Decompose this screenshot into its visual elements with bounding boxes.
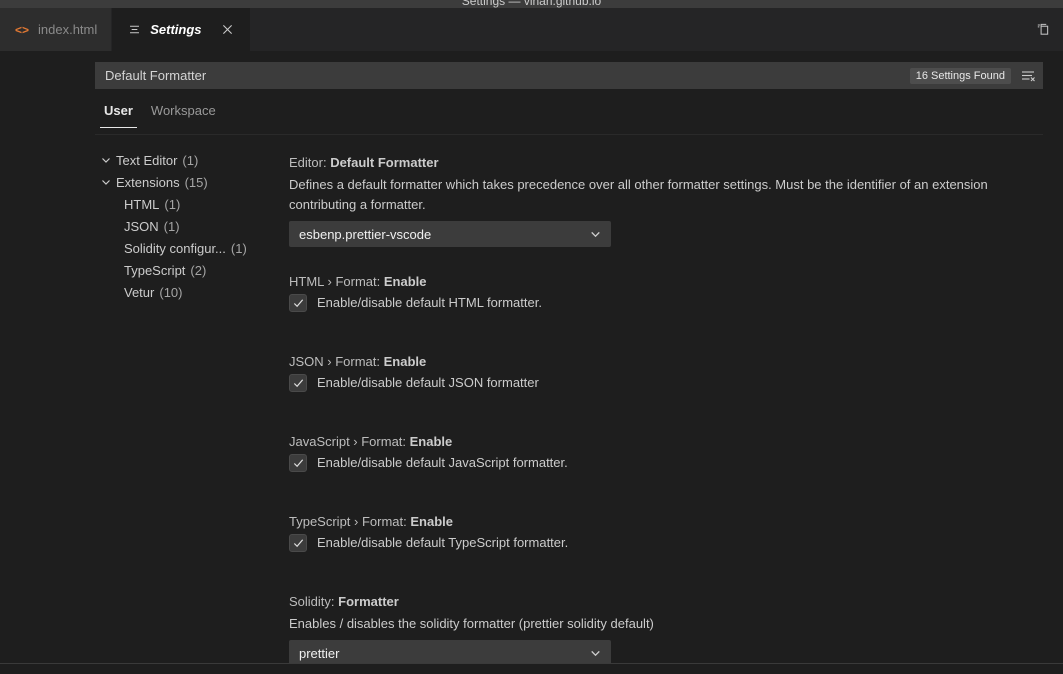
setting-name: Formatter bbox=[338, 594, 399, 609]
setting-category: Editor: bbox=[289, 155, 330, 170]
select-value: prettier bbox=[299, 646, 339, 661]
setting-editor-default-formatter: Editor: Default Formatter Defines a defa… bbox=[285, 149, 1020, 247]
settings-list: Editor: Default Formatter Defines a defa… bbox=[285, 149, 1020, 663]
setting-category: JavaScript › Format: bbox=[289, 434, 410, 449]
setting-description: Defines a default formatter which takes … bbox=[289, 175, 994, 215]
solidity-formatter-select[interactable]: prettier bbox=[289, 640, 611, 663]
settings-editor: 16 Settings Found User Workspace bbox=[0, 51, 1063, 663]
window-title: Settings — vihari.github.io bbox=[0, 0, 1063, 8]
setting-description: Enables / disables the solidity formatte… bbox=[289, 614, 994, 634]
setting-category: HTML › Format: bbox=[289, 274, 384, 289]
setting-title: JSON › Format: Enable bbox=[289, 352, 1020, 371]
toc-item-html[interactable]: HTML (1) bbox=[95, 193, 280, 215]
chevron-down-icon bbox=[589, 228, 602, 241]
setting-name: Enable bbox=[410, 514, 453, 529]
toc-label: JSON bbox=[124, 219, 159, 234]
checkbox-label: Enable/disable default JSON formatter bbox=[317, 374, 539, 392]
setting-title: HTML › Format: Enable bbox=[289, 272, 1020, 291]
chevron-down-icon[interactable] bbox=[98, 152, 114, 168]
setting-category: JSON › Format: bbox=[289, 354, 384, 369]
code-icon: <> bbox=[14, 22, 30, 38]
clear-filter-icon[interactable] bbox=[1017, 65, 1039, 87]
toc-label: TypeScript bbox=[124, 263, 185, 278]
setting-title: Editor: Default Formatter bbox=[289, 153, 1020, 172]
toc-item-text-editor[interactable]: Text Editor (1) bbox=[95, 149, 280, 171]
tab-user[interactable]: User bbox=[95, 103, 142, 128]
window-titlebar: Settings — vihari.github.io bbox=[0, 0, 1063, 8]
vscode-window: Settings — vihari.github.io <> index.htm… bbox=[0, 0, 1063, 674]
setting-name: Enable bbox=[384, 354, 427, 369]
javascript-format-enable-checkbox[interactable] bbox=[289, 454, 307, 472]
editor-tabbar: <> index.html Settings bbox=[0, 8, 1063, 51]
checkbox-row: Enable/disable default JavaScript format… bbox=[289, 454, 1020, 472]
typescript-format-enable-checkbox[interactable] bbox=[289, 534, 307, 552]
default-formatter-select[interactable]: esbenp.prettier-vscode bbox=[289, 221, 611, 247]
toc-item-json[interactable]: JSON (1) bbox=[95, 215, 280, 237]
toc-label: Text Editor bbox=[116, 153, 177, 168]
tab-index-html[interactable]: <> index.html bbox=[0, 8, 112, 51]
toc-count: (1) bbox=[164, 219, 180, 234]
tab-label: index.html bbox=[38, 8, 97, 51]
toc-count: (2) bbox=[190, 263, 206, 278]
setting-title: Solidity: Formatter bbox=[289, 592, 1020, 611]
setting-title: JavaScript › Format: Enable bbox=[289, 432, 1020, 451]
search-input[interactable] bbox=[96, 68, 910, 83]
setting-solidity-formatter: Solidity: Formatter Enables / disables t… bbox=[285, 588, 1020, 663]
setting-name: Default Formatter bbox=[330, 155, 438, 170]
toc-item-solidity-configuration[interactable]: Solidity configur... (1) bbox=[95, 237, 280, 259]
checkbox-label: Enable/disable default TypeScript format… bbox=[317, 534, 568, 552]
checkbox-row: Enable/disable default JSON formatter bbox=[289, 374, 1020, 392]
close-icon[interactable] bbox=[220, 22, 236, 38]
results-count-badge: 16 Settings Found bbox=[910, 68, 1011, 84]
chevron-down-icon bbox=[589, 647, 602, 660]
status-bar bbox=[0, 663, 1063, 674]
checkbox-label: Enable/disable default HTML formatter. bbox=[317, 294, 542, 312]
setting-html-format-enable: HTML › Format: Enable Enable/disable def… bbox=[285, 268, 1020, 312]
checkbox-row: Enable/disable default HTML formatter. bbox=[289, 294, 1020, 312]
setting-typescript-format-enable: TypeScript › Format: Enable Enable/disab… bbox=[285, 508, 1020, 552]
setting-name: Enable bbox=[410, 434, 453, 449]
checkbox-row: Enable/disable default TypeScript format… bbox=[289, 534, 1020, 552]
toc-label: HTML bbox=[124, 197, 159, 212]
toc-count: (1) bbox=[182, 153, 198, 168]
tab-workspace[interactable]: Workspace bbox=[142, 103, 225, 128]
setting-category: TypeScript › Format: bbox=[289, 514, 410, 529]
toc-count: (10) bbox=[159, 285, 182, 300]
split-editor-icon[interactable] bbox=[1031, 19, 1053, 41]
setting-category: Solidity: bbox=[289, 594, 338, 609]
toc-label: Vetur bbox=[124, 285, 154, 300]
tab-label: Settings bbox=[150, 8, 201, 51]
setting-javascript-format-enable: JavaScript › Format: Enable Enable/disab… bbox=[285, 428, 1020, 472]
tabbar-empty-space bbox=[251, 8, 1031, 51]
json-format-enable-checkbox[interactable] bbox=[289, 374, 307, 392]
chevron-down-icon[interactable] bbox=[98, 174, 114, 190]
html-format-enable-checkbox[interactable] bbox=[289, 294, 307, 312]
settings-search-row: 16 Settings Found bbox=[95, 62, 1043, 89]
toc-item-typescript[interactable]: TypeScript (2) bbox=[95, 259, 280, 281]
toc-count: (15) bbox=[185, 175, 208, 190]
list-lines-icon bbox=[126, 22, 142, 38]
setting-name: Enable bbox=[384, 274, 427, 289]
checkbox-label: Enable/disable default JavaScript format… bbox=[317, 454, 568, 472]
select-value: esbenp.prettier-vscode bbox=[299, 227, 431, 242]
editor-actions bbox=[1031, 8, 1063, 51]
toc-count: (1) bbox=[164, 197, 180, 212]
toc-item-vetur[interactable]: Vetur (10) bbox=[95, 281, 280, 303]
tab-settings[interactable]: Settings bbox=[112, 8, 250, 51]
toc-label: Solidity configur... bbox=[124, 241, 226, 256]
toc-count: (1) bbox=[231, 241, 247, 256]
toc-label: Extensions bbox=[116, 175, 180, 190]
settings-toc: Text Editor (1) Extensions (15) HTML (1)… bbox=[95, 149, 280, 303]
toc-item-extensions[interactable]: Extensions (15) bbox=[95, 171, 280, 193]
setting-json-format-enable: JSON › Format: Enable Enable/disable def… bbox=[285, 348, 1020, 392]
setting-title: TypeScript › Format: Enable bbox=[289, 512, 1020, 531]
settings-scope-tabs: User Workspace bbox=[95, 103, 1043, 135]
